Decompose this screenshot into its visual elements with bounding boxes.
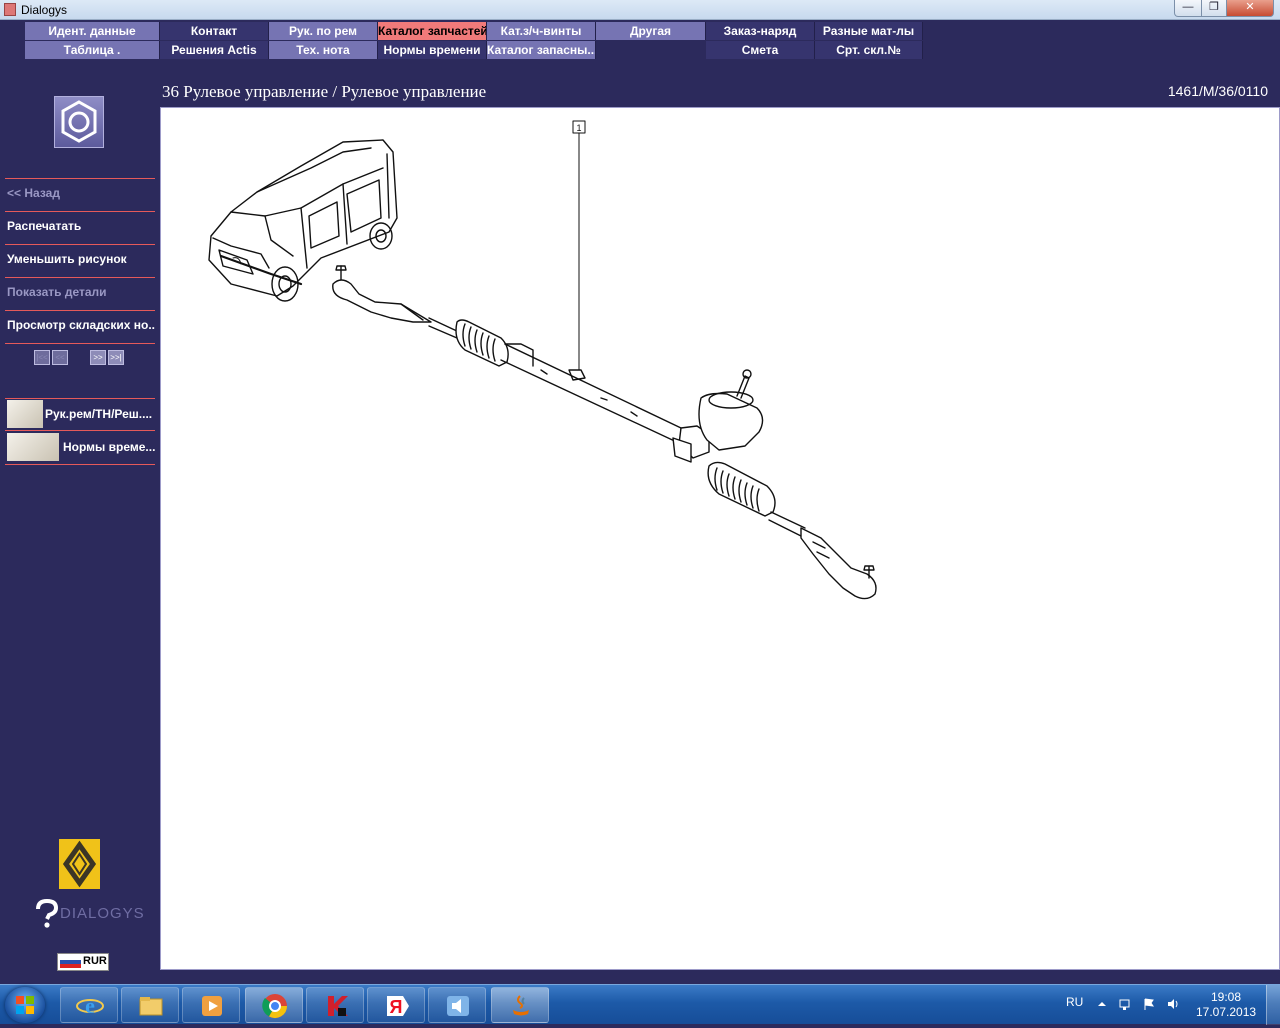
menu-tab-row1-4[interactable]: Кат.з/ч-винты: [487, 22, 596, 40]
russia-flag-icon: [60, 956, 81, 968]
taskbar-yandex-browser[interactable]: Я: [367, 987, 425, 1023]
sidebar-separator: [5, 277, 155, 278]
restore-button[interactable]: ❐: [1201, 0, 1227, 17]
pinion-housing: [672, 369, 764, 463]
menu-tab-row1-6[interactable]: Заказ-наряд: [706, 22, 815, 40]
clock-date: 17.07.2013: [1196, 1005, 1257, 1019]
sidebar-separator: [5, 430, 155, 431]
stock-numbers-button[interactable]: Просмотр складских но...: [7, 318, 155, 332]
close-button[interactable]: ✕: [1226, 0, 1274, 17]
product-name: DIALOGYS: [60, 905, 145, 922]
menu-tab-row1-0[interactable]: Идент. данные: [25, 22, 160, 40]
minimize-button[interactable]: —: [1174, 0, 1202, 17]
menu-tab-row2-3[interactable]: Нормы времени: [378, 41, 487, 59]
zoom-out-button[interactable]: Уменьшить рисунок: [7, 252, 155, 266]
window-title-bar: Dialogys — ❐ ✕: [0, 0, 1280, 20]
show-hidden-icons-icon[interactable]: [1095, 997, 1109, 1011]
svg-text:Я: Я: [390, 997, 403, 1017]
yandex-browser-icon: Я: [387, 996, 409, 1017]
menu-tab-row1-1[interactable]: Контакт: [160, 22, 269, 40]
sidebar-separator: [5, 343, 155, 344]
chrome-icon: [262, 994, 287, 1019]
show-desktop-button[interactable]: [1266, 985, 1280, 1025]
hex-nut-icon: [54, 96, 104, 148]
show-parts-button[interactable]: Показать детали: [7, 285, 155, 299]
taskbar-media-player[interactable]: [182, 987, 240, 1023]
question-mark-icon: [36, 898, 59, 928]
sidebar-separator: [5, 464, 155, 465]
network-icon[interactable]: [1118, 997, 1132, 1011]
repair-manual-link-label: Рук.рем/ТН/Реш....: [45, 407, 153, 421]
prev-page-button[interactable]: <<: [52, 350, 68, 365]
next-page-button[interactable]: >>: [90, 350, 106, 365]
svg-text:e: e: [85, 993, 95, 1018]
menu-tab-row1-2[interactable]: Рук. по рем: [269, 22, 378, 40]
clock-time: 19:08: [1210, 990, 1242, 1004]
menu-tab-row2-6[interactable]: Смета: [706, 41, 815, 59]
internet-explorer-icon: e: [76, 993, 104, 1018]
start-button[interactable]: [5, 987, 45, 1023]
taskbar-file-explorer[interactable]: [121, 987, 179, 1023]
taskbar-sound-app[interactable]: [428, 987, 486, 1023]
first-page-button[interactable]: |<<: [34, 350, 50, 365]
volume-icon[interactable]: [1166, 997, 1180, 1011]
time-norms-link[interactable]: Нормы време...: [7, 432, 155, 462]
java-icon: [513, 995, 529, 1016]
app-icon: [4, 3, 16, 16]
renault-logo-icon: [59, 839, 100, 889]
callout-label[interactable]: 1: [576, 123, 581, 133]
left-bellows: [455, 319, 509, 367]
menu-tab-row2-4[interactable]: Каталог запасны...: [487, 41, 596, 59]
parts-drawing-area[interactable]: 1: [160, 107, 1280, 970]
windows-taskbar: e Я RU 19:08 17.07.2013: [0, 984, 1280, 1025]
currency-selector[interactable]: RUR: [57, 953, 109, 971]
menu-tab-row2-2[interactable]: Тех. нота: [269, 41, 378, 59]
last-page-button[interactable]: >>|: [108, 350, 124, 365]
menu-tab-row1-7[interactable]: Разные мат-лы: [815, 22, 923, 40]
sidebar-separator: [5, 244, 155, 245]
sidebar-separator: [5, 310, 155, 311]
van-illustration: [208, 139, 398, 302]
taskbar-kaspersky[interactable]: [306, 987, 364, 1023]
steering-rack-drawing: 1: [208, 120, 877, 600]
windows-logo-icon: [16, 996, 34, 1014]
document-code: 1461/M/36/0110: [1167, 83, 1268, 99]
dialogys-logo: DIALOGYS: [34, 898, 145, 929]
menu-tab-row2-0[interactable]: Таблица .: [25, 41, 160, 59]
action-center-flag-icon[interactable]: [1142, 997, 1156, 1011]
sound-app-icon: [447, 996, 469, 1016]
window-title: Dialogys: [21, 3, 68, 17]
print-button[interactable]: Распечатать: [7, 219, 155, 233]
input-language[interactable]: RU: [1066, 995, 1083, 1009]
taskbar-chrome[interactable]: [245, 987, 303, 1023]
menu-tab-row2-1[interactable]: Решения Actis: [160, 41, 269, 59]
close-icon: ✕: [1245, 1, 1255, 13]
menu-tab-row2-7[interactable]: Срт. скл.№: [815, 41, 923, 59]
breadcrumb: 36 Рулевое управление / Рулевое управлен…: [162, 82, 487, 101]
currency-code: RUR: [83, 955, 107, 967]
restore-icon: ❐: [1209, 1, 1219, 13]
file-explorer-icon: [139, 997, 163, 1016]
taskbar-internet-explorer[interactable]: e: [60, 987, 118, 1023]
kaspersky-icon: [328, 996, 348, 1016]
sidebar-separator: [5, 178, 155, 179]
menu-tab-row1-3[interactable]: Каталог запчастей: [378, 22, 487, 40]
media-player-icon: [202, 996, 222, 1016]
repair-manual-link[interactable]: Рук.рем/ТН/Реш....: [7, 399, 155, 429]
time-norms-link-label: Нормы време...: [63, 440, 156, 454]
minimize-icon: —: [1182, 1, 1194, 13]
right-bellows: [707, 461, 776, 517]
taskbar-java-app[interactable]: [491, 987, 549, 1023]
menu-tab-row1-5[interactable]: Другая: [596, 22, 706, 40]
sidebar-separator: [5, 211, 155, 212]
system-clock[interactable]: 19:08 17.07.2013: [1196, 990, 1256, 1020]
back-button[interactable]: << Назад: [7, 186, 155, 200]
stopwatch-thumbnail-icon: [7, 433, 59, 461]
wrench-thumbnail-icon: [7, 400, 43, 428]
